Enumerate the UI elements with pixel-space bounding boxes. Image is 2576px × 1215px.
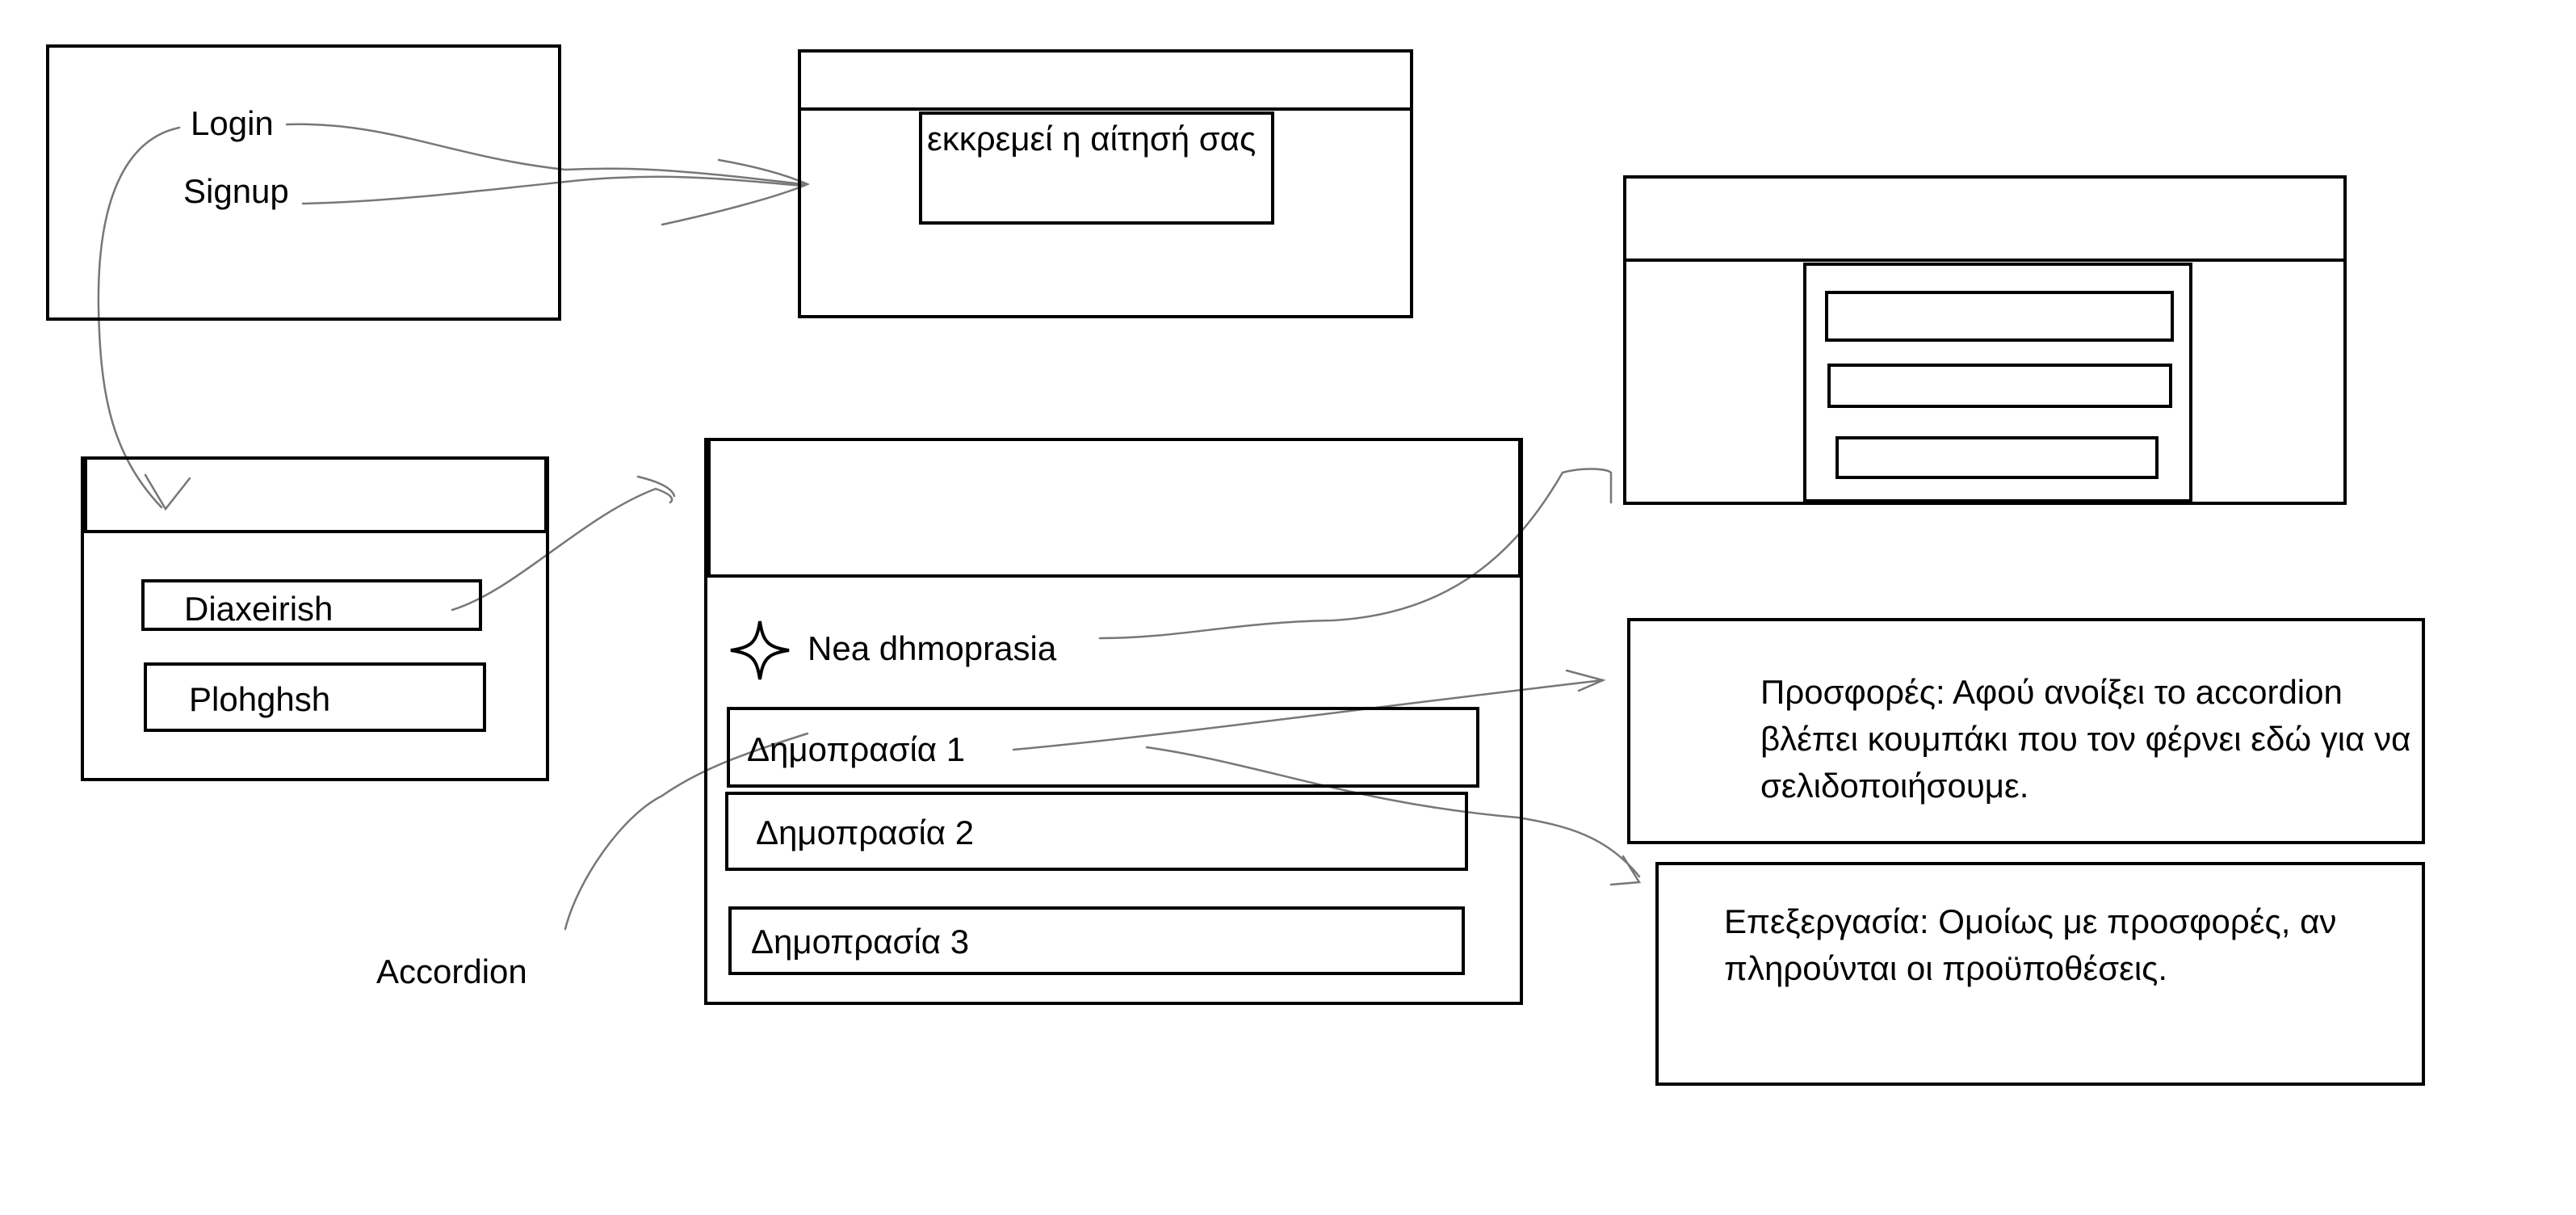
admin-button-label: Diaxeirish <box>184 590 334 628</box>
accordion-item-3-label: Δημοπρασία 3 <box>751 923 970 961</box>
form-field-3[interactable] <box>1836 436 2159 479</box>
accordion-item-1-label: Δημοπρασία 1 <box>747 730 966 768</box>
pending-message: εκκρεμεί η αίτησή σας <box>927 120 1257 158</box>
signup-link[interactable]: Signup <box>183 174 289 208</box>
start-screen <box>46 44 561 321</box>
form-field-2[interactable] <box>1827 364 2172 408</box>
role-screen-header <box>84 456 548 533</box>
auction-screen-header <box>707 438 1521 578</box>
edit-note-line-2: πληρούνται οι προϋποθέσεις. <box>1724 949 2168 987</box>
login-link[interactable]: Login <box>191 107 274 141</box>
accordion-annotation: Accordion <box>376 952 527 990</box>
offers-note-line-2: βλέπει κουμπάκι που τον φέρνει εδώ για ν… <box>1760 720 2411 758</box>
form-screen-header <box>1623 175 2347 262</box>
offers-note: Προσφορές: Αφού ανοίξει το accordion βλέ… <box>1760 669 2487 809</box>
offers-note-line-3: σελιδοποιήσουμε. <box>1760 767 2029 805</box>
new-auction-button[interactable]: Nea dhmoprasia <box>808 632 1056 666</box>
sparkle-icon[interactable] <box>728 619 791 682</box>
pending-screen-header <box>798 49 1413 111</box>
browse-button-label: Plohghsh <box>189 680 331 718</box>
form-field-1[interactable] <box>1825 291 2174 342</box>
offers-note-line-1: Προσφορές: Αφού ανοίξει το accordion <box>1760 673 2343 711</box>
edit-note: Επεξεργασία: Ομοίως με προσφορές, αν πλη… <box>1724 898 2419 992</box>
edit-note-line-1: Επεξεργασία: Ομοίως με προσφορές, αν <box>1724 902 2337 940</box>
accordion-item-2-label: Δημοπρασία 2 <box>756 814 975 851</box>
